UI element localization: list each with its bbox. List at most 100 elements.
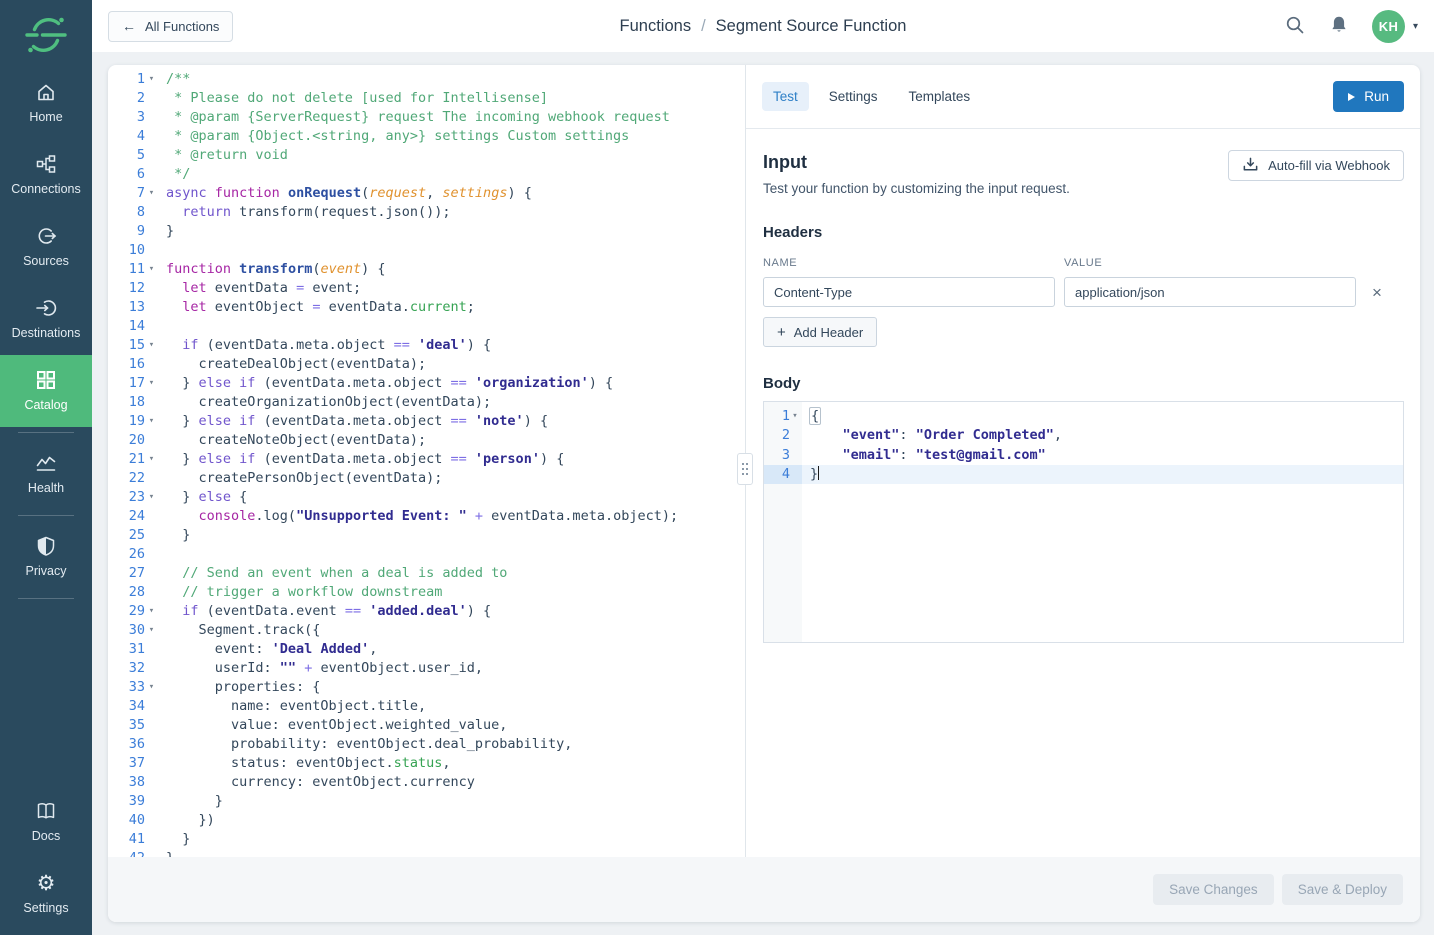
fold-toggle-icon[interactable]: ▾ xyxy=(145,621,158,640)
code-line: 39 } xyxy=(108,792,745,811)
fold-slot xyxy=(145,545,158,564)
tab-settings[interactable]: Settings xyxy=(818,82,889,111)
fold-slot xyxy=(145,849,158,857)
fold-toggle-icon[interactable]: ▾ xyxy=(145,488,158,507)
code-line: 3 * @param {ServerRequest} request The i… xyxy=(108,108,745,127)
main-area: ← All Functions Functions / Segment Sour… xyxy=(92,0,1434,935)
panel-resize-divider[interactable] xyxy=(745,65,746,857)
code-line: 1▾/** xyxy=(108,70,745,89)
sidebar-divider xyxy=(18,598,74,599)
fold-slot xyxy=(790,426,800,445)
code-line: 13 let eventObject = eventData.current; xyxy=(108,298,745,317)
panel-tabbar: Test Settings Templates Run xyxy=(746,65,1420,129)
fold-toggle-icon[interactable]: ▾ xyxy=(145,678,158,697)
function-code-editor[interactable]: 1▾/**2 * Please do not delete [used for … xyxy=(108,65,745,857)
code-line: 41 } xyxy=(108,830,745,849)
function-editor-card: 1▾/**2 * Please do not delete [used for … xyxy=(108,65,1420,922)
account-menu[interactable]: KH ▾ xyxy=(1372,10,1418,43)
sidebar-item-label: Docs xyxy=(32,829,60,843)
autofill-webhook-button[interactable]: Auto-fill via Webhook xyxy=(1228,150,1404,181)
fold-slot xyxy=(145,146,158,165)
code-line: 23▾ } else { xyxy=(108,488,745,507)
fold-slot xyxy=(145,279,158,298)
sidebar-item-label: Destinations xyxy=(12,326,81,340)
fold-slot xyxy=(145,431,158,450)
save-changes-button[interactable]: Save Changes xyxy=(1153,874,1274,905)
code-line: 7▾async function onRequest(request, sett… xyxy=(108,184,745,203)
tab-templates[interactable]: Templates xyxy=(898,82,982,111)
code-line: 26 xyxy=(108,545,745,564)
code-line: 22 createPersonObject(eventData); xyxy=(108,469,745,488)
fold-slot xyxy=(145,222,158,241)
sidebar-divider xyxy=(18,432,74,433)
fold-toggle-icon[interactable]: ▾ xyxy=(145,184,158,203)
app-root: Home Connections Sources xyxy=(0,0,1434,935)
notifications-button[interactable] xyxy=(1328,14,1350,39)
code-line: 5 * @return void xyxy=(108,146,745,165)
sidebar-item-label: Privacy xyxy=(26,564,67,578)
sidebar-nav: Home Connections Sources xyxy=(0,67,92,935)
run-button[interactable]: Run xyxy=(1333,81,1404,112)
header-column-labels: NAME VALUE xyxy=(763,257,1404,269)
drag-handle-icon[interactable] xyxy=(737,453,753,485)
avatar[interactable]: KH xyxy=(1372,10,1405,43)
all-functions-label: All Functions xyxy=(145,19,219,34)
sidebar-item-destinations[interactable]: Destinations xyxy=(0,283,92,355)
add-header-button[interactable]: + Add Header xyxy=(763,317,877,347)
fold-slot xyxy=(145,754,158,773)
all-functions-button[interactable]: ← All Functions xyxy=(108,11,233,42)
code-line: 2 * Please do not delete [used for Intel… xyxy=(108,89,745,108)
fold-toggle-icon[interactable]: ▾ xyxy=(145,70,158,89)
fold-slot xyxy=(145,393,158,412)
code-line: 12 let eventData = event; xyxy=(108,279,745,298)
value-column-label: VALUE xyxy=(1064,257,1102,269)
body-json-editor[interactable]: 1▾{2 "event": "Order Completed",3 "email… xyxy=(763,401,1404,643)
search-button[interactable] xyxy=(1284,14,1306,39)
fold-slot xyxy=(145,564,158,583)
sidebar-item-home[interactable]: Home xyxy=(0,67,92,139)
save-deploy-button[interactable]: Save & Deploy xyxy=(1282,874,1403,905)
sidebar-item-connections[interactable]: Connections xyxy=(0,139,92,211)
breadcrumb-functions[interactable]: Functions xyxy=(620,17,692,36)
fold-toggle-icon[interactable]: ▾ xyxy=(145,336,158,355)
sidebar-item-docs[interactable]: Docs xyxy=(0,786,92,858)
sidebar-item-label: Catalog xyxy=(24,398,67,412)
fold-slot xyxy=(145,298,158,317)
code-line: 10 xyxy=(108,241,745,260)
fold-toggle-icon[interactable]: ▾ xyxy=(790,407,800,426)
segment-logo-icon[interactable] xyxy=(25,14,67,61)
fold-slot xyxy=(145,811,158,830)
fold-toggle-icon[interactable]: ▾ xyxy=(145,260,158,279)
gear-icon: ⚙ xyxy=(37,872,56,894)
autofill-label: Auto-fill via Webhook xyxy=(1268,158,1390,173)
fold-slot xyxy=(145,165,158,184)
code-line: 36 probability: eventObject.deal_probabi… xyxy=(108,735,745,754)
sidebar-item-privacy[interactable]: Privacy xyxy=(0,521,92,593)
home-icon xyxy=(35,81,57,103)
sidebar-item-label: Sources xyxy=(23,254,69,268)
sidebar-item-health[interactable]: Health xyxy=(0,438,92,510)
fold-toggle-icon[interactable]: ▾ xyxy=(145,412,158,431)
close-icon: × xyxy=(1372,283,1382,302)
code-line: 2 "event": "Order Completed", xyxy=(764,426,1403,445)
tab-test[interactable]: Test xyxy=(762,82,809,111)
sidebar-item-label: Settings xyxy=(23,901,68,915)
fold-toggle-icon[interactable]: ▾ xyxy=(145,450,158,469)
remove-header-button[interactable]: × xyxy=(1368,284,1386,301)
fold-slot xyxy=(790,465,800,484)
header-name-input[interactable] xyxy=(763,277,1055,307)
fold-slot xyxy=(145,583,158,602)
sidebar-item-catalog[interactable]: Catalog xyxy=(0,355,92,427)
sidebar-item-sources[interactable]: Sources xyxy=(0,211,92,283)
fold-toggle-icon[interactable]: ▾ xyxy=(145,374,158,393)
fold-slot xyxy=(145,469,158,488)
add-header-label: Add Header xyxy=(794,325,863,340)
code-line: 35 value: eventObject.weighted_value, xyxy=(108,716,745,735)
fold-toggle-icon[interactable]: ▾ xyxy=(145,602,158,621)
header-value-input[interactable] xyxy=(1064,277,1356,307)
docs-icon xyxy=(35,800,57,822)
sidebar-item-label: Home xyxy=(29,110,62,124)
code-line: 24 console.log("Unsupported Event: " + e… xyxy=(108,507,745,526)
code-line: 30▾ Segment.track({ xyxy=(108,621,745,640)
sidebar-item-settings[interactable]: ⚙ Settings xyxy=(0,858,92,935)
